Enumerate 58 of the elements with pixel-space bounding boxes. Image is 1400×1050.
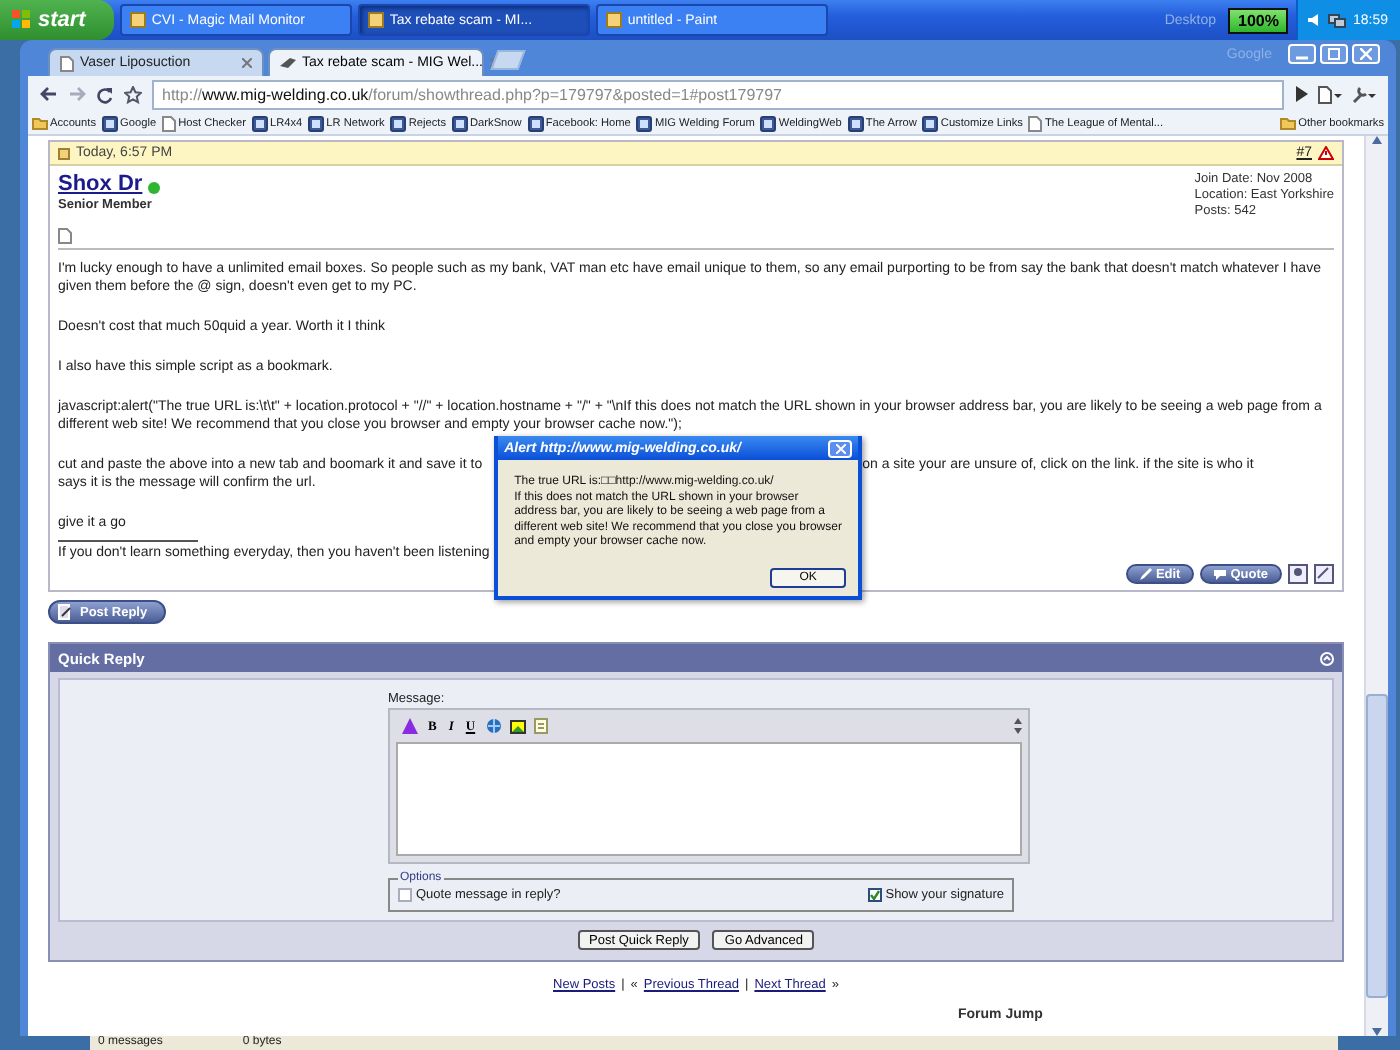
scrollbar-thumb[interactable]	[1366, 694, 1388, 998]
multi-quote-icon[interactable]	[1314, 564, 1334, 584]
scroll-down-icon	[1372, 1028, 1382, 1036]
collapse-icon[interactable]	[1320, 651, 1334, 665]
post-icon	[58, 147, 70, 159]
star-icon[interactable]	[124, 85, 142, 103]
back-arrow-icon[interactable]	[40, 86, 58, 102]
site-icon	[847, 115, 864, 131]
folder-icon	[32, 116, 48, 130]
window-icon	[367, 12, 384, 28]
site-icon	[527, 115, 544, 131]
page-menu-icon[interactable]	[1318, 85, 1342, 103]
page-icon	[60, 55, 74, 71]
folder-icon	[1280, 116, 1297, 130]
image-icon[interactable]	[509, 719, 526, 733]
site-icon	[636, 115, 653, 131]
network-icon	[1328, 12, 1347, 28]
close-icon[interactable]	[242, 58, 252, 68]
page-icon	[58, 228, 72, 244]
welding-torch-icon	[280, 56, 296, 70]
close-icon	[1360, 48, 1372, 60]
site-icon	[390, 115, 407, 131]
link-globe-icon[interactable]	[485, 718, 502, 734]
site-icon	[308, 115, 325, 131]
site-icon	[102, 115, 119, 131]
site-icon	[251, 115, 268, 131]
minimize-button[interactable]	[1288, 44, 1316, 64]
site-icon	[922, 115, 939, 131]
font-icon[interactable]	[402, 718, 418, 734]
site-icon	[452, 115, 469, 131]
close-icon	[835, 443, 846, 453]
reload-icon[interactable]	[96, 85, 114, 103]
warning-icon[interactable]	[1318, 146, 1334, 160]
window-icon	[605, 12, 622, 28]
close-button[interactable]	[1352, 44, 1380, 64]
play-icon[interactable]	[1294, 86, 1308, 102]
page-icon	[162, 115, 177, 131]
window-icon	[129, 12, 146, 28]
windows-flag-icon	[12, 10, 32, 30]
site-icon	[760, 115, 777, 131]
maximize-button[interactable]	[1320, 44, 1348, 64]
close-button[interactable]	[828, 439, 853, 457]
quote-icon[interactable]	[533, 718, 548, 734]
address-bar[interactable]: http://www.mig-welding.co.uk/forum/showthread.php?p=179797&posted=1#post179797	[152, 79, 1284, 109]
battery-meter: 100%	[1228, 7, 1289, 33]
speaker-icon	[1306, 12, 1323, 28]
edit-icon	[1139, 568, 1152, 580]
maximize-icon	[1328, 48, 1340, 60]
pencil-page-icon	[58, 604, 74, 620]
scrollbar[interactable]	[1364, 136, 1388, 1036]
wrench-icon[interactable]	[1352, 85, 1376, 103]
quote-icon	[1214, 568, 1227, 580]
username-link[interactable]: Shox Dr	[58, 172, 143, 196]
new-tab-button[interactable]	[490, 50, 526, 70]
resize-arrows-icon[interactable]	[1014, 718, 1022, 734]
report-icon[interactable]	[1288, 564, 1308, 584]
check-icon	[869, 890, 880, 900]
page-icon	[1028, 115, 1043, 131]
